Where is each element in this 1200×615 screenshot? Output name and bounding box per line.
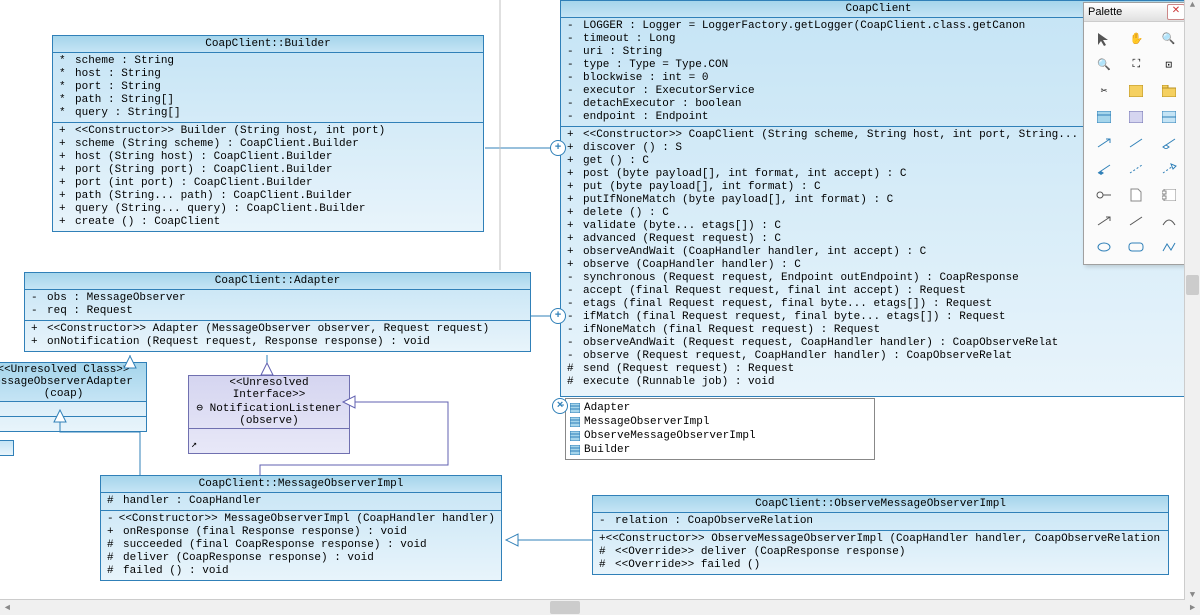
nested-connector-icon: + — [550, 140, 566, 156]
nested-classes-list[interactable]: AdapterMessageObserverImplObserveMessage… — [565, 398, 875, 460]
class-title: CoapClient::ObserveMessageObserverImpl — [593, 496, 1168, 513]
attributes-section: -obs : MessageObserver-req : Request — [25, 290, 530, 321]
nested-list-container: AdapterMessageObserverImplObserveMessage… — [570, 401, 870, 457]
operations-section: -<<Constructor>> MessageObserverImpl (Co… — [101, 511, 501, 580]
attributes-section: #handler : CoapHandler — [101, 493, 501, 511]
palette-title: Palette — [1088, 6, 1122, 18]
class-messageobserverimpl[interactable]: CoapClient::MessageObserverImpl #handler… — [100, 475, 502, 581]
class-title: CoapClient::MessageObserverImpl — [101, 476, 501, 493]
curve-icon[interactable] — [1155, 210, 1183, 232]
rounded-rect-icon[interactable] — [1122, 236, 1150, 258]
aggregation-icon[interactable] — [1155, 132, 1183, 154]
link-icon: ↗ — [191, 439, 197, 451]
package-icon[interactable] — [1155, 80, 1183, 102]
class-package: (observe) — [193, 415, 345, 427]
class-package: (coap) — [0, 388, 145, 400]
cut-icon[interactable]: ✂ — [1090, 80, 1118, 102]
operations-section: +<<Constructor>> Builder (String host, i… — [53, 123, 483, 231]
ellipse-icon[interactable] — [1090, 236, 1118, 258]
class-observemessageobserverimpl[interactable]: CoapClient::ObserveMessageObserverImpl -… — [592, 495, 1169, 575]
zoom-actual-icon[interactable]: ⊡ — [1155, 54, 1183, 76]
empty-section: ↗ — [189, 441, 349, 453]
lollipop-icon[interactable] — [1090, 184, 1118, 206]
interface-icon[interactable] — [1122, 106, 1150, 128]
palette-tools: ✋ 🔍 🔍 ⛶ ⊡ ✂ — [1084, 22, 1189, 264]
scrollbar-thumb[interactable] — [550, 601, 580, 614]
palette-titlebar[interactable]: Palette ✕ — [1084, 3, 1189, 22]
zoom-out-icon[interactable]: 🔍 — [1090, 54, 1118, 76]
select-tool-icon[interactable] — [1090, 28, 1118, 50]
class-title: <<Unresolved Interface>> ⊖ NotificationL… — [189, 376, 349, 429]
nested-connector-icon: + — [550, 308, 566, 324]
composition-icon[interactable] — [1090, 158, 1118, 180]
arrow-icon[interactable] — [1090, 210, 1118, 232]
document-icon[interactable] — [1122, 184, 1150, 206]
operations-section: +<<Constructor>> ObserveMessageObserverI… — [593, 531, 1168, 574]
polyline-icon[interactable] — [1155, 236, 1183, 258]
nested-item[interactable]: Adapter — [570, 401, 870, 415]
class-title: CoapClient::Builder — [53, 36, 483, 53]
assoc-line-icon[interactable] — [1122, 132, 1150, 154]
class-name: ⊖ NotificationListener — [193, 401, 345, 415]
line-icon[interactable] — [1122, 210, 1150, 232]
component-icon[interactable] — [1155, 184, 1183, 206]
interface-notificationlistener[interactable]: <<Unresolved Interface>> ⊖ NotificationL… — [188, 375, 350, 454]
nested-item[interactable]: MessageObserverImpl — [570, 415, 870, 429]
nested-item[interactable]: ObserveMessageObserverImpl — [570, 429, 870, 443]
assoc-arrow-icon[interactable] — [1090, 132, 1118, 154]
class-title: CoapClient::Adapter — [25, 273, 530, 290]
dependency-icon[interactable] — [1122, 158, 1150, 180]
empty-section — [0, 402, 146, 417]
scroll-left-icon[interactable]: ◄ — [0, 603, 15, 613]
palette-panel[interactable]: Palette ✕ ✋ 🔍 🔍 ⛶ ⊡ ✂ — [1083, 2, 1190, 265]
empty-section — [189, 429, 349, 441]
class-cutoff[interactable] — [0, 440, 14, 456]
pan-tool-icon[interactable]: ✋ — [1122, 28, 1150, 50]
nested-connector-icon: × — [552, 398, 568, 414]
class-name: essageObserverAdapter — [0, 376, 145, 388]
scroll-down-icon[interactable]: ▼ — [1185, 590, 1200, 600]
class-title: <<Unresolved Class>> essageObserverAdapt… — [0, 363, 146, 402]
enum-icon[interactable] — [1155, 106, 1183, 128]
vertical-scrollbar[interactable]: ▲ ▼ — [1184, 0, 1200, 600]
horizontal-scrollbar[interactable]: ◄ ► — [0, 599, 1200, 615]
realization-icon[interactable] — [1155, 158, 1183, 180]
empty-section — [0, 417, 146, 431]
scroll-up-icon[interactable]: ▲ — [1185, 0, 1200, 10]
attributes-section: *scheme : String*host : String*port : St… — [53, 53, 483, 123]
attributes-section: -relation : CoapObserveRelation — [593, 513, 1168, 531]
stereotype: <<Unresolved Class>> — [0, 364, 145, 376]
stereotype: <<Unresolved Interface>> — [193, 377, 345, 401]
scrollbar-thumb[interactable] — [1186, 275, 1199, 295]
operations-section: +<<Constructor>> Adapter (MessageObserve… — [25, 321, 530, 351]
scroll-right-icon[interactable]: ► — [1185, 603, 1200, 613]
class-adapter[interactable]: CoapClient::Adapter -obs : MessageObserv… — [24, 272, 531, 352]
zoom-fit-icon[interactable]: ⛶ — [1122, 54, 1150, 76]
close-icon[interactable]: ✕ — [1167, 4, 1185, 20]
zoom-in-icon[interactable]: 🔍 — [1155, 28, 1183, 50]
class-icon[interactable] — [1090, 106, 1118, 128]
nested-item[interactable]: Builder — [570, 443, 870, 457]
class-builder[interactable]: CoapClient::Builder *scheme : String*hos… — [52, 35, 484, 232]
class-unresolved-messageobserveradapter[interactable]: <<Unresolved Class>> essageObserverAdapt… — [0, 362, 147, 432]
note-icon[interactable] — [1122, 80, 1150, 102]
